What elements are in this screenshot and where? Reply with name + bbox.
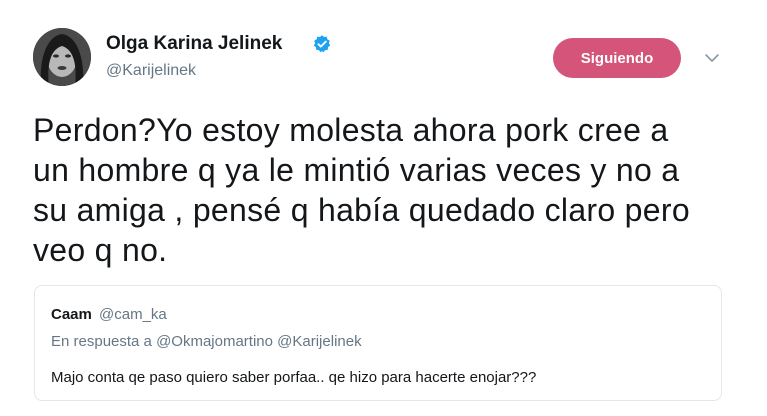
author-display-name[interactable]: Olga Karina Jelinek (106, 33, 282, 55)
author-handle[interactable]: @Karijelinek (106, 62, 196, 80)
quoted-author-name: Caam (51, 306, 92, 323)
tweet-text-line: un hombre q ya le mintió varias veces y … (33, 152, 680, 188)
tweet-text: Perdon?Yo estoy molesta ahora pork cree … (33, 110, 733, 270)
tweet-text-line: su amiga , pensé q había quedado claro p… (33, 192, 690, 228)
following-button[interactable]: Siguiendo (553, 38, 681, 78)
verified-badge-icon (313, 35, 331, 53)
tweet-text-line: Perdon?Yo estoy molesta ahora pork cree … (33, 112, 669, 148)
quoted-tweet[interactable]: Caam @cam_ka En respuesta a @Okmajomarti… (34, 285, 722, 401)
tweet-text-line: veo q no. (33, 232, 168, 268)
quoted-tweet-text: Majo conta qe paso quiero saber porfaa..… (51, 369, 537, 386)
author-avatar[interactable] (33, 28, 91, 86)
quoted-author-handle: @cam_ka (99, 306, 167, 323)
quoted-reply-context: En respuesta a @Okmajomartino @Karijelin… (51, 333, 362, 350)
profile-photo-icon (33, 28, 91, 86)
chevron-down-icon[interactable] (704, 52, 720, 64)
tweet-card: Olga Karina Jelinek @Karijelinek Siguien… (0, 0, 767, 416)
